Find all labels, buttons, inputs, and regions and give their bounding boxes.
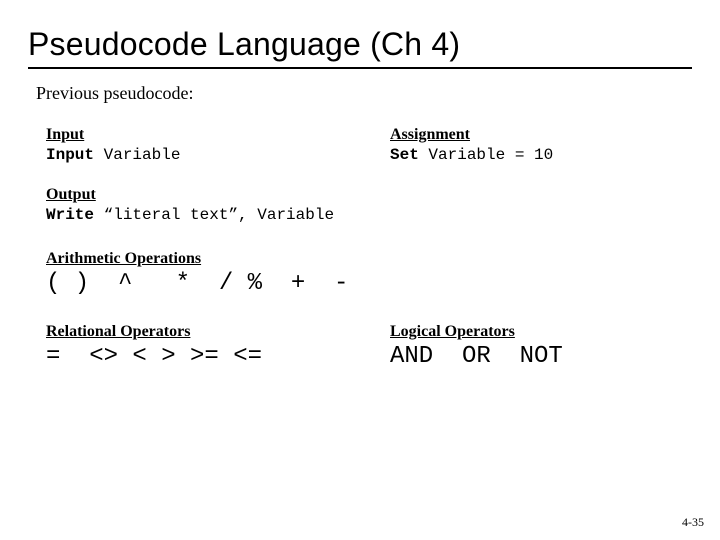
relational-block: Relational Operators = <> < > >= <= <box>46 323 346 370</box>
row-input-assignment: Input Input Variable Assignment Set Vari… <box>46 126 692 164</box>
input-keyword: Input <box>46 146 94 164</box>
output-block: Output Write “literal text”, Variable <box>46 186 692 224</box>
assignment-keyword: Set <box>390 146 419 164</box>
title-rule <box>28 67 692 69</box>
input-head: Input <box>46 126 346 144</box>
assignment-block: Assignment Set Variable = 10 <box>390 126 553 164</box>
relational-head: Relational Operators <box>46 323 346 341</box>
assignment-rest: Variable = 10 <box>419 146 553 164</box>
arithmetic-block: Arithmetic Operations ( ) ^ * / % + - <box>46 250 692 297</box>
row-rel-log: Relational Operators = <> < > >= <= Logi… <box>46 323 692 370</box>
logical-ops: AND OR NOT <box>390 343 563 370</box>
output-head: Output <box>46 186 692 204</box>
assignment-code: Set Variable = 10 <box>390 146 553 164</box>
logical-head: Logical Operators <box>390 323 563 341</box>
input-rest: Variable <box>94 146 180 164</box>
output-code: Write “literal text”, Variable <box>46 206 692 224</box>
arithmetic-ops: ( ) ^ * / % + - <box>46 270 692 297</box>
content-area: Input Input Variable Assignment Set Vari… <box>46 126 692 370</box>
relational-ops: = <> < > >= <= <box>46 343 346 370</box>
input-code: Input Variable <box>46 146 346 164</box>
assignment-head: Assignment <box>390 126 553 144</box>
slide: Pseudocode Language (Ch 4) Previous pseu… <box>0 0 720 540</box>
page-title: Pseudocode Language (Ch 4) <box>28 26 692 63</box>
slide-number: 4-35 <box>682 515 704 530</box>
output-keyword: Write <box>46 206 94 224</box>
logical-block: Logical Operators AND OR NOT <box>390 323 563 370</box>
input-block: Input Input Variable <box>46 126 346 164</box>
subtitle: Previous pseudocode: <box>36 83 692 104</box>
output-rest: “literal text”, Variable <box>94 206 334 224</box>
arithmetic-head: Arithmetic Operations <box>46 250 692 268</box>
